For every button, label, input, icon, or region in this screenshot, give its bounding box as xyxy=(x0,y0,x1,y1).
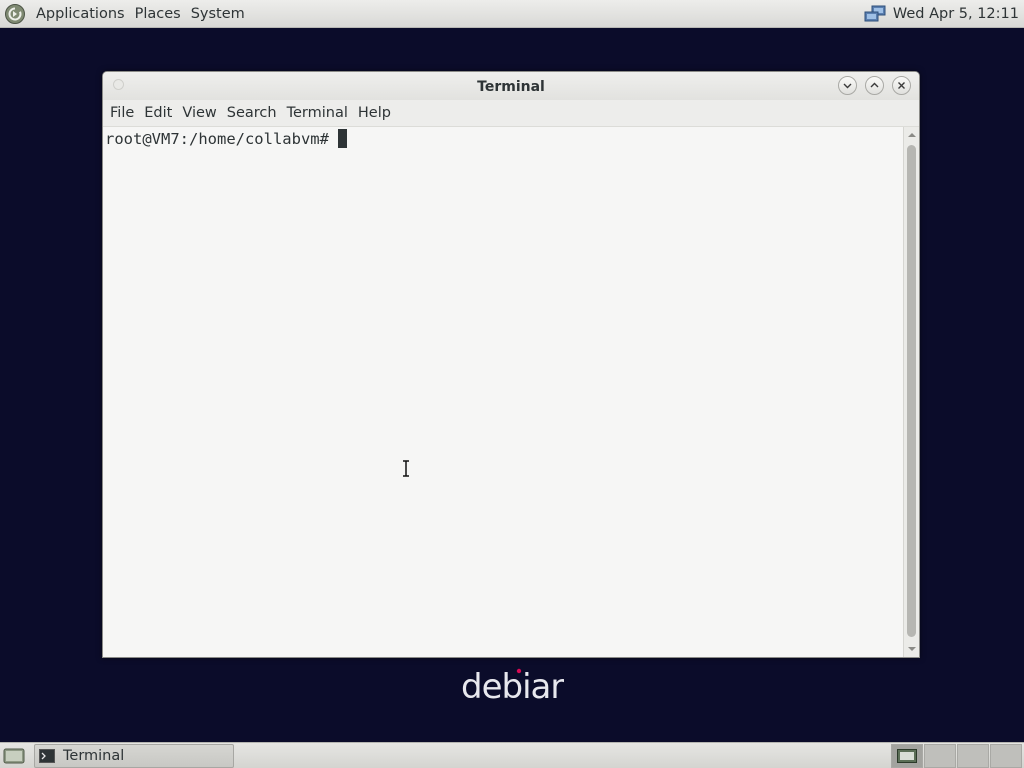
workspace-window-thumbnail-icon xyxy=(897,748,917,763)
workspace-4[interactable] xyxy=(990,743,1022,768)
menu-terminal[interactable]: Terminal xyxy=(282,105,353,121)
minimize-button[interactable] xyxy=(838,76,857,95)
terminal-content[interactable]: root@VM7:/home/collabvm# xyxy=(103,127,919,657)
taskbar-terminal-label: Terminal xyxy=(63,747,125,764)
places-menu[interactable]: Places xyxy=(130,6,186,22)
terminal-app-icon xyxy=(39,748,55,763)
system-menu[interactable]: System xyxy=(186,6,250,22)
terminal-window: Terminal File Edit View Search Terminal … xyxy=(102,71,920,658)
minimize-icon xyxy=(843,83,852,89)
vertical-scrollbar[interactable] xyxy=(903,127,919,657)
maximize-icon xyxy=(870,82,879,88)
show-desktop-icon[interactable] xyxy=(2,746,26,766)
menu-search[interactable]: Search xyxy=(222,105,282,121)
panel-tray: Wed Apr 5, 12:11 xyxy=(863,0,1024,28)
workspace-1[interactable] xyxy=(891,743,923,768)
prompt-line: root@VM7:/home/collabvm# xyxy=(105,129,347,148)
workspace-switcher xyxy=(890,743,1022,768)
top-panel: Applications Places System Wed Apr 5, 12… xyxy=(0,0,1024,28)
close-icon xyxy=(898,82,905,89)
taskbar-terminal-button[interactable]: Terminal xyxy=(34,743,234,768)
window-controls xyxy=(838,76,911,95)
workspace-3[interactable] xyxy=(957,743,989,768)
menu-help[interactable]: Help xyxy=(353,105,396,121)
clock[interactable]: Wed Apr 5, 12:11 xyxy=(893,6,1024,22)
workspace-2[interactable] xyxy=(924,743,956,768)
terminal-menubar: File Edit View Search Terminal Help xyxy=(103,100,919,127)
scroll-up-arrow-icon[interactable] xyxy=(908,131,916,139)
debian-dot xyxy=(516,668,522,674)
scrollbar-thumb[interactable] xyxy=(907,145,916,637)
bottom-panel: Terminal xyxy=(0,742,1024,768)
network-icon[interactable] xyxy=(863,4,887,24)
close-button[interactable] xyxy=(892,76,911,95)
window-titlebar[interactable]: Terminal xyxy=(103,72,919,100)
applications-menu[interactable]: Applications xyxy=(31,6,130,22)
window-menu-icon[interactable] xyxy=(113,79,124,90)
maximize-button[interactable] xyxy=(865,76,884,95)
menu-edit[interactable]: Edit xyxy=(139,105,177,121)
menu-file[interactable]: File xyxy=(105,105,139,121)
window-title: Terminal xyxy=(477,78,545,95)
scroll-down-arrow-icon[interactable] xyxy=(908,645,916,653)
menu-view[interactable]: View xyxy=(177,105,221,121)
debian-logo: debian xyxy=(461,667,564,707)
debian-wordmark: debian xyxy=(461,667,564,707)
ibeam-cursor-icon xyxy=(403,460,409,477)
text-cursor xyxy=(337,129,347,148)
debian-swirl-icon[interactable] xyxy=(4,3,26,25)
shell-prompt: root@VM7:/home/collabvm# xyxy=(105,129,329,148)
